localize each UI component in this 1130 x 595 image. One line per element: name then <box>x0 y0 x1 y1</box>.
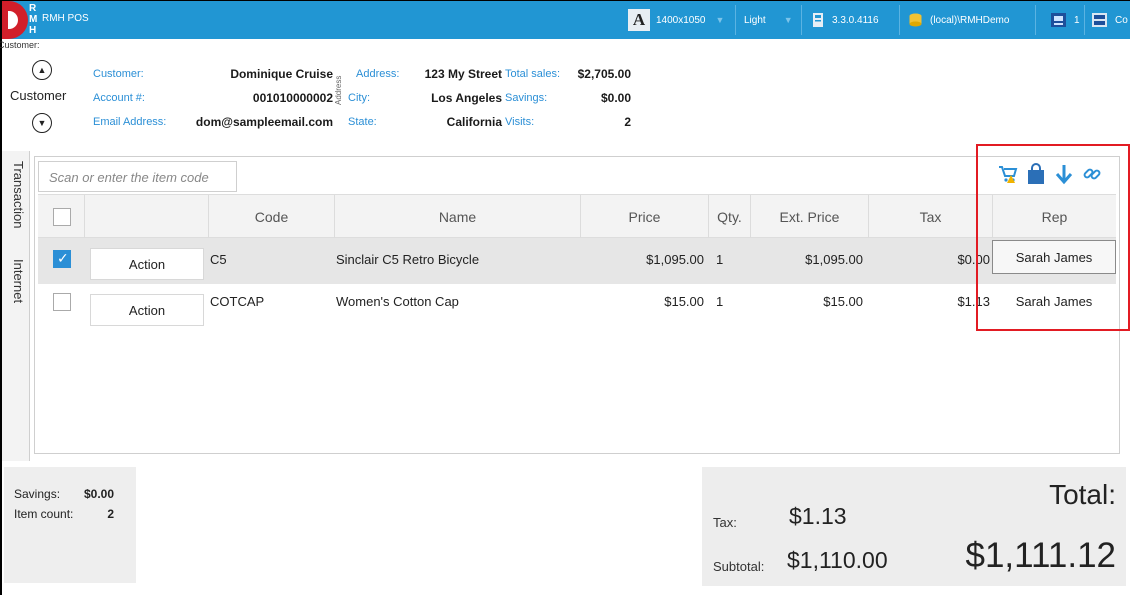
next-customer-button[interactable]: ▼ <box>32 113 52 133</box>
header-qty[interactable]: Qty. <box>708 195 750 239</box>
savings-label: Savings: <box>505 92 548 104</box>
table-row[interactable]: Action C5 Sinclair C5 Retro Bicycle $1,0… <box>38 238 1116 284</box>
state-value: California <box>446 115 502 129</box>
customer-section-label: Customer: <box>0 40 40 50</box>
item-count-value: 2 <box>107 507 114 521</box>
address-value: 123 My Street <box>424 67 502 81</box>
subtotal-label: Subtotal: <box>713 559 765 574</box>
version-info: 3.3.0.4116 <box>812 1 879 39</box>
database-icon <box>909 13 922 27</box>
theme-value: Light <box>744 14 766 26</box>
database-info[interactable]: (local)\RMHDemo <box>909 1 1009 39</box>
account-label: Account #: <box>93 92 145 104</box>
cashier-info[interactable]: Co <box>1092 1 1128 39</box>
header-code[interactable]: Code <box>208 195 334 239</box>
cell-qty[interactable]: 1 <box>716 252 723 267</box>
drawer-icon <box>1092 13 1107 27</box>
theme-dropdown[interactable]: Light ▼ <box>744 1 793 39</box>
item-count-label: Item count: <box>14 507 74 521</box>
action-button[interactable]: Action <box>90 248 204 280</box>
title-bar: RMH RMH POS A 1400x1050 ▼ Light ▼ 3.3.0.… <box>2 1 1130 39</box>
select-all-checkbox[interactable] <box>53 208 71 226</box>
tab-transaction[interactable]: Transaction <box>11 161 26 228</box>
email-label: Email Address: <box>93 116 167 128</box>
visits-label: Visits: <box>505 116 535 128</box>
register-value: 1 <box>1074 14 1080 26</box>
visits-value: 2 <box>624 115 631 129</box>
cell-name: Sinclair C5 Retro Bicycle <box>336 252 480 267</box>
header-ext-price[interactable]: Ext. Price <box>750 195 868 239</box>
cell-code: COTCAP <box>210 294 265 309</box>
cell-ext-price: $15.00 <box>823 294 863 309</box>
app-name: RMH POS <box>42 13 89 24</box>
register-icon <box>1051 13 1066 27</box>
table-row[interactable]: Action COTCAP Women's Cotton Cap $15.00 … <box>38 284 1116 330</box>
customer-button-label[interactable]: Customer <box>10 88 66 103</box>
customer-name-label: Customer: <box>93 68 144 80</box>
address-group-label: Address <box>334 75 343 105</box>
resolution-value: 1400x1050 <box>656 14 706 26</box>
row-checkbox[interactable] <box>53 250 71 268</box>
summary-panel: Savings: $0.00 Item count: 2 <box>4 467 136 583</box>
header-name[interactable]: Name <box>334 195 580 239</box>
total-value: $1,111.12 <box>965 536 1116 575</box>
cell-qty[interactable]: 1 <box>716 294 723 309</box>
savings-value: $0.00 <box>600 91 631 105</box>
summary-savings-label: Savings: <box>14 487 61 501</box>
header-price[interactable]: Price <box>580 195 708 239</box>
chevron-down-icon: ▼ <box>715 15 725 25</box>
device-icon <box>813 13 823 27</box>
subtotal-value: $1,110.00 <box>787 547 888 573</box>
cell-price: $1,095.00 <box>646 252 704 267</box>
chevron-down-icon: ▼ <box>783 15 793 25</box>
city-label: City: <box>348 92 370 104</box>
database-value: (local)\RMHDemo <box>930 14 1010 26</box>
cell-code: C5 <box>210 252 227 267</box>
total-sales-value: $2,705.00 <box>577 67 631 81</box>
side-tab-bar: Transaction Internet <box>2 151 30 461</box>
cell-name: Women's Cotton Cap <box>336 294 459 309</box>
cashier-value: Co <box>1115 14 1128 26</box>
row-checkbox[interactable] <box>53 293 71 311</box>
highlight-box <box>976 144 1130 331</box>
total-sales-label: Total sales: <box>505 68 561 80</box>
previous-customer-button[interactable]: ▲ <box>32 60 52 80</box>
customer-name: Dominique Cruise <box>230 67 333 81</box>
header-action <box>84 195 208 239</box>
table-header: Code Name Price Qty. Ext. Price Tax Rep <box>38 194 1116 239</box>
tax-label: Tax: <box>713 515 737 530</box>
version-value: 3.3.0.4116 <box>832 14 879 26</box>
state-label: State: <box>348 116 377 128</box>
totals-panel: Tax: $1.13 Subtotal: $1,110.00 Total: $1… <box>702 467 1126 586</box>
action-button[interactable]: Action <box>90 294 204 326</box>
register-info[interactable]: 1 <box>1051 1 1080 39</box>
account-number: 001010000002 <box>252 91 333 105</box>
cell-ext-price: $1,095.00 <box>805 252 863 267</box>
cell-price: $15.00 <box>664 294 704 309</box>
item-code-input[interactable]: Scan or enter the item code <box>38 161 237 192</box>
tab-internet[interactable]: Internet <box>11 259 26 303</box>
tax-value: $1.13 <box>789 503 847 529</box>
resolution-dropdown[interactable]: A 1400x1050 ▼ <box>628 1 724 39</box>
city-value: Los Angeles <box>431 91 502 105</box>
font-size-icon: A <box>628 9 650 31</box>
email-value: dom@sampleemail.com <box>195 115 333 129</box>
header-tax[interactable]: Tax <box>868 195 992 239</box>
address-label: Address: <box>356 68 400 80</box>
app-logo: RMH <box>2 1 38 39</box>
summary-savings-value: $0.00 <box>83 487 114 501</box>
total-label: Total: <box>1049 479 1116 510</box>
